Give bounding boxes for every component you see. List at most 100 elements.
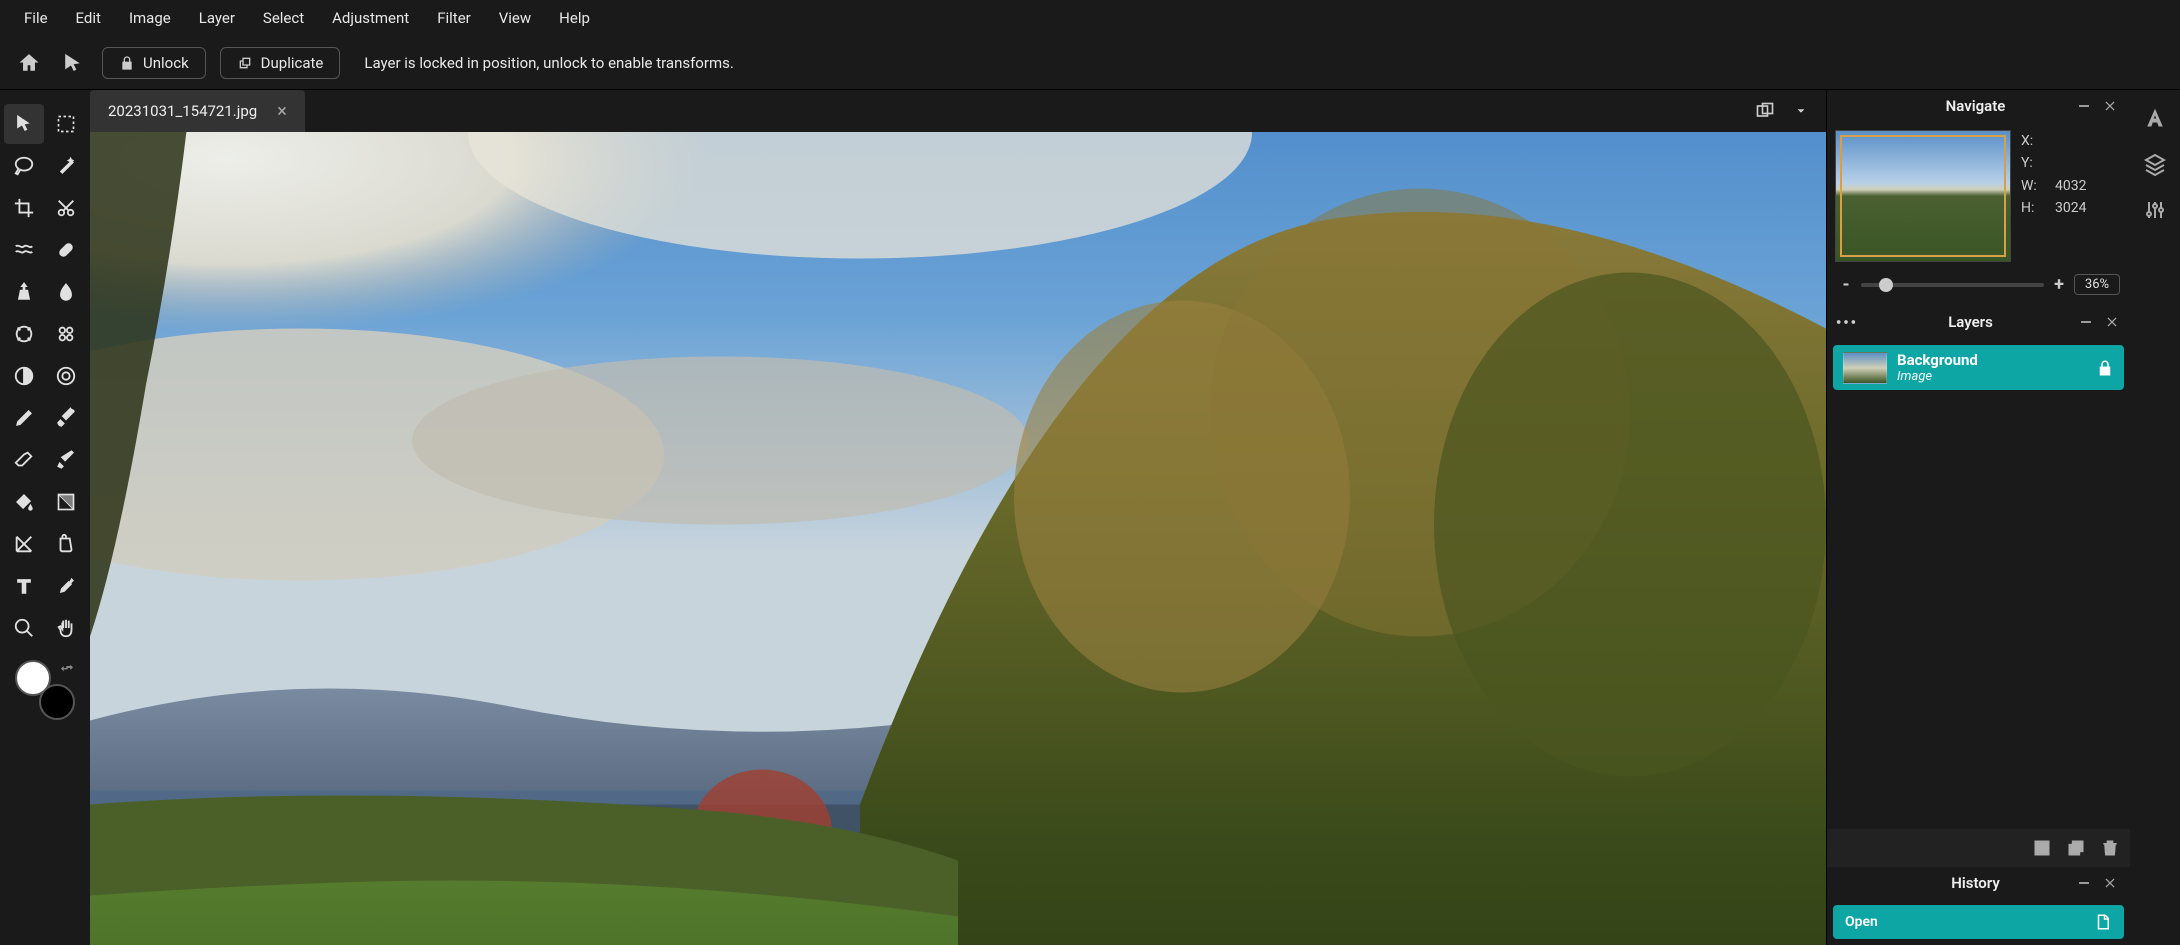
tool-bucket[interactable] — [46, 524, 86, 564]
tool-eraser[interactable] — [4, 440, 44, 480]
right-sidebar — [2130, 90, 2180, 945]
duplicate-icon — [237, 55, 253, 71]
tool-marquee[interactable] — [46, 104, 86, 144]
navigate-thumbnail[interactable] — [1835, 130, 2011, 262]
canvas[interactable] — [90, 132, 1826, 945]
adjust-panel-icon[interactable] — [2141, 196, 2169, 224]
layers-list: Background Image — [1827, 339, 2130, 829]
layers-panel-header: Layers — [1827, 305, 2130, 339]
tool-blur[interactable] — [46, 272, 86, 312]
navigate-close-icon[interactable] — [2100, 96, 2120, 116]
duplicate-label: Duplicate — [261, 54, 324, 72]
menu-select[interactable]: Select — [249, 1, 318, 35]
add-layer-icon[interactable] — [2032, 838, 2052, 858]
layers-options-icon[interactable] — [1835, 314, 1865, 330]
menu-view[interactable]: View — [485, 1, 545, 35]
layers-stack-icon[interactable] — [2141, 150, 2169, 178]
left-toolbar — [0, 90, 90, 945]
tool-picker[interactable] — [46, 566, 86, 606]
navigate-panel-header: Navigate — [1827, 90, 2130, 122]
history-close-icon[interactable] — [2100, 873, 2120, 893]
layer-type: Image — [1897, 369, 2086, 384]
menu-image[interactable]: Image — [115, 1, 185, 35]
nav-h-label: H: — [2021, 197, 2045, 219]
history-title: History — [1877, 874, 2074, 892]
tool-zoom[interactable] — [4, 608, 44, 648]
tool-disperse[interactable] — [4, 314, 44, 354]
zoom-slider[interactable] — [1861, 283, 2044, 287]
pointer-icon[interactable] — [58, 48, 88, 78]
canvas-image — [90, 132, 1826, 945]
tool-hand[interactable] — [46, 608, 86, 648]
menu-help[interactable]: Help — [545, 1, 604, 35]
lock-icon — [119, 55, 135, 71]
workspace: 20231031_154721.jpg × — [90, 90, 1826, 945]
tool-cut[interactable] — [46, 188, 86, 228]
history-item-open[interactable]: Open — [1833, 905, 2124, 939]
tab-close-icon[interactable]: × — [277, 101, 287, 122]
layer-thumbnail — [1843, 352, 1887, 384]
tool-shape[interactable] — [4, 524, 44, 564]
foreground-color[interactable] — [15, 660, 51, 696]
tool-brush[interactable] — [46, 398, 86, 438]
tool-text[interactable] — [4, 566, 44, 606]
text-panel-icon[interactable] — [2141, 104, 2169, 132]
menu-filter[interactable]: Filter — [423, 1, 485, 35]
home-button[interactable] — [14, 48, 44, 78]
menu-edit[interactable]: Edit — [62, 1, 115, 35]
zoom-value[interactable]: 36% — [2074, 274, 2120, 295]
duplicate-layer-icon[interactable] — [2066, 838, 2086, 858]
history-panel: History Open — [1827, 867, 2130, 945]
tool-heal[interactable] — [46, 230, 86, 270]
layer-name: Background — [1897, 351, 2086, 369]
tool-frame[interactable] — [46, 356, 86, 396]
menu-adjustment[interactable]: Adjustment — [318, 1, 423, 35]
window-dropdown-icon[interactable] — [1786, 96, 1816, 126]
nav-x-label: X: — [2021, 130, 2045, 152]
zoom-in-button[interactable]: + — [2050, 274, 2068, 295]
delete-layer-icon[interactable] — [2100, 838, 2120, 858]
unlock-button[interactable]: Unlock — [102, 47, 206, 79]
zoom-slider-knob[interactable] — [1879, 278, 1893, 292]
menu-layer[interactable]: Layer — [185, 1, 249, 35]
tool-gradient[interactable] — [46, 482, 86, 522]
menu-file[interactable]: File — [10, 1, 62, 35]
zoom-out-button[interactable]: - — [1837, 274, 1855, 295]
layers-title: Layers — [1865, 313, 2076, 331]
nav-w-value: 4032 — [2055, 175, 2086, 197]
options-bar: Unlock Duplicate Layer is locked in posi… — [0, 36, 2180, 90]
duplicate-button[interactable]: Duplicate — [220, 47, 341, 79]
document-icon — [2094, 913, 2112, 931]
navigate-info: X: Y: W:4032 H:3024 — [2021, 130, 2086, 262]
tool-liquify[interactable] — [4, 230, 44, 270]
layer-item-background[interactable]: Background Image — [1833, 345, 2124, 390]
tool-dodge[interactable] — [4, 356, 44, 396]
window-arrange-icon[interactable] — [1750, 96, 1780, 126]
tool-fill[interactable] — [4, 482, 44, 522]
unlock-label: Unlock — [143, 54, 189, 72]
tab-filename: 20231031_154721.jpg — [108, 102, 257, 120]
layers-panel: Layers Background Image — [1827, 305, 2130, 867]
layers-minimize-icon[interactable] — [2076, 312, 2096, 332]
navigate-body: X: Y: W:4032 H:3024 — [1827, 122, 2130, 270]
layer-status-text: Layer is locked in position, unlock to e… — [364, 54, 733, 72]
layers-close-icon[interactable] — [2102, 312, 2122, 332]
document-tab[interactable]: 20231031_154721.jpg × — [90, 90, 305, 132]
tool-clone[interactable] — [4, 272, 44, 312]
layer-lock-icon[interactable] — [2096, 359, 2114, 377]
color-swatches[interactable] — [15, 660, 75, 720]
tool-replace[interactable] — [46, 440, 86, 480]
nav-y-label: Y: — [2021, 152, 2045, 174]
history-minimize-icon[interactable] — [2074, 873, 2094, 893]
tool-lasso[interactable] — [4, 146, 44, 186]
navigate-minimize-icon[interactable] — [2074, 96, 2094, 116]
tool-crop[interactable] — [4, 188, 44, 228]
tool-sponge[interactable] — [46, 314, 86, 354]
navigate-title: Navigate — [1877, 97, 2074, 115]
history-panel-header: History — [1827, 867, 2130, 899]
swap-colors-icon[interactable] — [59, 660, 75, 676]
tool-pen[interactable] — [4, 398, 44, 438]
tool-wand[interactable] — [46, 146, 86, 186]
tool-pointer[interactable] — [4, 104, 44, 144]
navigate-viewport-box[interactable] — [1840, 135, 2006, 257]
